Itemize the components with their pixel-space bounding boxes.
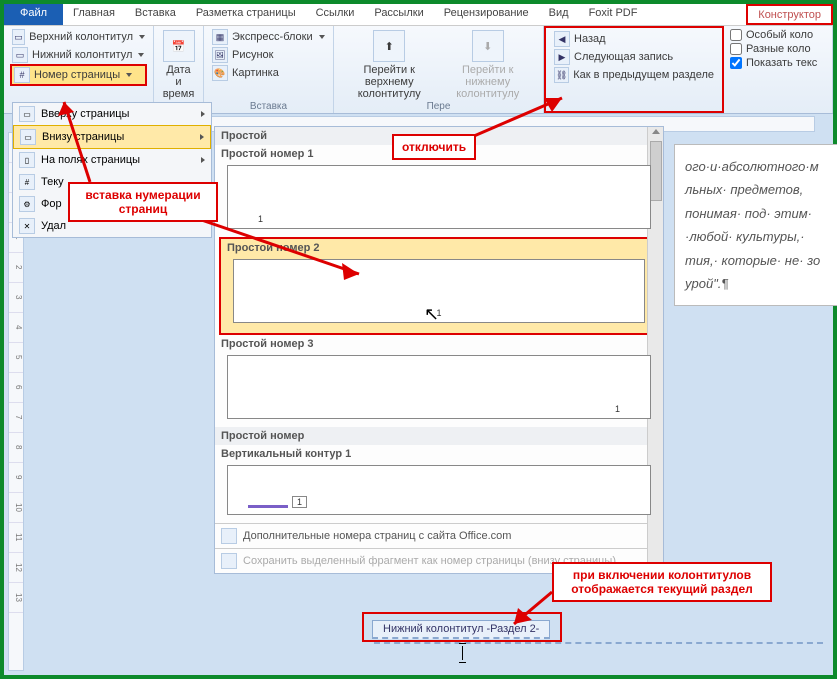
link-icon: ⛓ xyxy=(554,67,569,83)
next-icon: ▶ xyxy=(554,49,570,65)
tab-layout[interactable]: Разметка страницы xyxy=(186,4,306,25)
gallery-more-online[interactable]: Дополнительные номера страниц с сайта Of… xyxy=(215,523,663,548)
footer-button[interactable]: ▭Нижний колонтитул xyxy=(10,46,147,64)
remove-icon: ✕ xyxy=(19,218,35,234)
tab-mail[interactable]: Рассылки xyxy=(364,4,433,25)
diff-oddeven-checkbox[interactable]: Разные коло xyxy=(730,42,826,56)
tab-designer[interactable]: Конструктор xyxy=(746,4,833,25)
special-first-checkbox[interactable]: Особый коло xyxy=(730,28,826,42)
doc-line: ого·и·абсолютного·м xyxy=(685,155,837,178)
page-number-button[interactable]: #Номер страницы xyxy=(10,64,147,86)
document-page[interactable]: ого·и·абсолютного·м льных· предметов, по… xyxy=(674,144,837,306)
top-icon: ▭ xyxy=(19,106,35,122)
tab-foxit[interactable]: Foxit PDF xyxy=(579,4,648,25)
margin-icon: ▯ xyxy=(19,152,35,168)
tab-file[interactable]: Файл xyxy=(4,4,63,25)
picture-icon: 🖼 xyxy=(212,47,228,63)
gallery-item-3[interactable]: 1 xyxy=(227,355,651,419)
gallery-item-4[interactable]: 1 xyxy=(227,465,651,515)
text-cursor xyxy=(462,646,463,660)
goto-footer-icon: ⬇ xyxy=(472,30,504,62)
gallery-item-1[interactable]: 1 xyxy=(227,165,651,229)
tab-view[interactable]: Вид xyxy=(539,4,579,25)
office-icon xyxy=(221,528,237,544)
tab-refs[interactable]: Ссылки xyxy=(306,4,365,25)
callout-disable: отключить xyxy=(392,134,476,160)
gallery-item-2-label: Простой номер 2 xyxy=(221,239,657,257)
ribbon-tabs: Файл Главная Вставка Разметка страницы С… xyxy=(4,4,833,26)
format-icon: ⚙ xyxy=(19,196,35,212)
calendar-icon: 📅 xyxy=(163,30,195,62)
doc-line: урой".¶ xyxy=(685,272,837,295)
pagenum-gallery: Простой Простой номер 1 1 Простой номер … xyxy=(214,126,664,574)
header-icon: ▭ xyxy=(12,29,25,45)
ribbon: ▭Верхний колонтитул ▭Нижний колонтитул #… xyxy=(4,26,833,114)
blocks-icon: ▦ xyxy=(212,29,228,45)
tab-review[interactable]: Рецензирование xyxy=(434,4,539,25)
callout-numbering: вставка нумерации страниц xyxy=(68,182,218,222)
dd-bottom-of-page[interactable]: ▭Внизу страницы xyxy=(13,125,211,149)
goto-header-icon: ⬆ xyxy=(373,30,405,62)
mouse-pointer: ↖ xyxy=(424,304,439,325)
gallery-item-4-label: Вертикальный контур 1 xyxy=(215,445,663,463)
clipart-icon: 🎨 xyxy=(212,65,228,81)
header-button[interactable]: ▭Верхний колонтитул xyxy=(10,28,147,46)
picture-button[interactable]: 🖼Рисунок xyxy=(210,46,327,64)
datetime-button[interactable]: 📅 Дата и время xyxy=(160,28,197,102)
footer-boundary xyxy=(374,642,823,644)
quickparts-button[interactable]: ▦Экспресс-блоки xyxy=(210,28,327,46)
current-icon: # xyxy=(19,174,35,190)
back-icon: ◀ xyxy=(554,31,570,47)
doc-line: льных· предметов, xyxy=(685,178,837,201)
group-insert-label: Вставка xyxy=(204,101,333,112)
pagenum-icon: # xyxy=(14,67,30,83)
doc-line: понимая· под· этим· xyxy=(685,202,837,225)
clipart-button[interactable]: 🎨Картинка xyxy=(210,64,327,82)
tab-insert[interactable]: Вставка xyxy=(125,4,186,25)
gallery-item-3-label: Простой номер 3 xyxy=(215,335,663,353)
save-icon xyxy=(221,553,237,569)
dd-margins[interactable]: ▯На полях страницы xyxy=(13,149,211,171)
tab-home[interactable]: Главная xyxy=(63,4,125,25)
next-button[interactable]: ▶Следующая запись xyxy=(552,48,716,66)
bottom-icon: ▭ xyxy=(20,129,36,145)
footer-icon: ▭ xyxy=(12,47,28,63)
doc-line: ·любой· культуры,· xyxy=(685,225,837,248)
group-nav-label: Пере xyxy=(334,101,543,112)
doc-line: тия,· которые· не· зо xyxy=(685,249,837,272)
link-prev-button[interactable]: ⛓Как в предыдущем разделе xyxy=(552,66,716,84)
callout-section: при включении колонтитулов отображается … xyxy=(552,562,772,602)
footer-tab-highlight xyxy=(362,612,562,642)
dd-top-of-page[interactable]: ▭Вверху страницы xyxy=(13,103,211,125)
prev-button[interactable]: ◀Назад xyxy=(552,30,716,48)
gallery-category-2: Простой номер xyxy=(215,427,663,445)
show-text-checkbox[interactable]: Показать текс xyxy=(730,56,826,70)
